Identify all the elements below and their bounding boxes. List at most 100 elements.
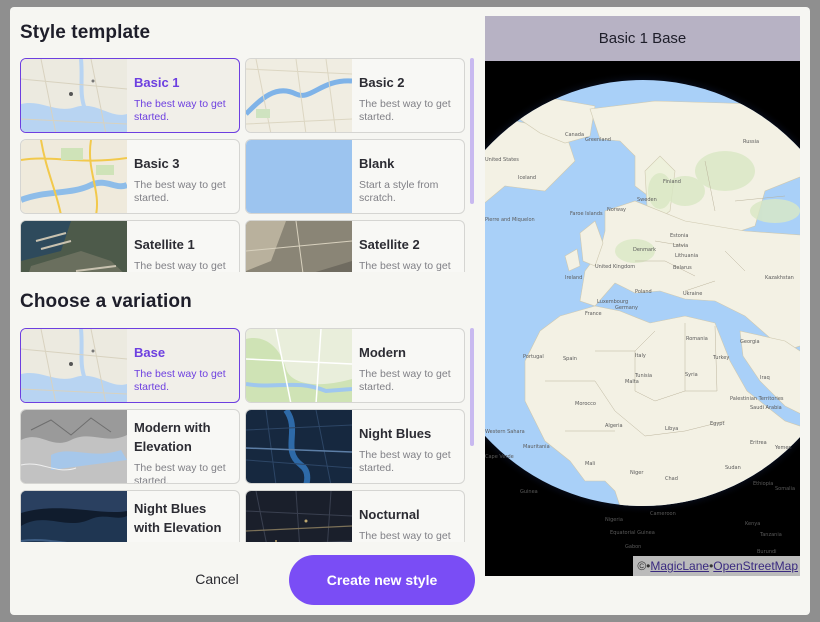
map-label: Chad bbox=[665, 476, 678, 482]
map-label: Norway bbox=[607, 207, 626, 213]
map-thumbnail bbox=[21, 329, 127, 402]
map-thumbnail bbox=[246, 221, 352, 272]
card-description: The best way to get started. bbox=[359, 530, 451, 542]
map-label: Eritrea bbox=[750, 440, 767, 446]
card-text: Satellite 1 The best way to get started. bbox=[127, 221, 239, 272]
map-label: Romania bbox=[686, 336, 708, 342]
map-label: Russia bbox=[743, 139, 759, 145]
preview-map[interactable]: Greenland Russia Iceland Norway Finland Swede… bbox=[485, 61, 800, 576]
map-label: Tanzania bbox=[759, 532, 782, 538]
map-label: Sudan bbox=[725, 465, 741, 471]
map-thumbnail bbox=[246, 59, 352, 132]
card-description: The best way to get started. bbox=[134, 260, 226, 272]
variation-card-night-blues-with-elevation[interactable]: Night Blues with ElevationThe best way t… bbox=[20, 490, 240, 542]
map-label: Italy bbox=[635, 353, 646, 359]
map-label: Syria bbox=[685, 372, 698, 378]
card-text: Nocturnal The best way to get started. bbox=[352, 491, 464, 542]
variation-card-nocturnal[interactable]: Nocturnal The best way to get started. bbox=[245, 490, 465, 542]
map-thumbnail bbox=[246, 140, 352, 213]
map-label: Algeria bbox=[605, 423, 623, 429]
map-label: United Kingdom bbox=[595, 264, 635, 270]
card-title: Modern with Elevation bbox=[134, 420, 211, 454]
card-text: Night Blues The best way to get started. bbox=[352, 410, 464, 483]
magiclane-link[interactable]: MagicLane bbox=[650, 559, 709, 573]
style-card-satellite-1[interactable]: Satellite 1 The best way to get started. bbox=[20, 220, 240, 272]
variation-card-modern[interactable]: Modern The best way to get started. bbox=[245, 328, 465, 403]
map-label: Latvia bbox=[673, 243, 688, 249]
variation-title: Choose a variation bbox=[20, 291, 192, 312]
card-text: Basic 3 The best way to get started. bbox=[127, 140, 239, 213]
card-title: Satellite 1 bbox=[134, 237, 195, 252]
card-title: Basic 2 bbox=[359, 75, 405, 90]
openstreetmap-link[interactable]: OpenStreetMap bbox=[713, 559, 798, 573]
left-panel: Style template Basic 1 The best way to ge… bbox=[10, 7, 485, 615]
map-label: Iceland bbox=[518, 175, 536, 181]
variation-card-modern-with-elevation[interactable]: Modern with Elevation The best way to get… bbox=[20, 409, 240, 484]
map-thumbnail bbox=[246, 491, 352, 542]
create-new-style-button[interactable]: Create new style bbox=[289, 555, 475, 605]
globe-map[interactable]: Greenland Russia Iceland Norway Finland Swede… bbox=[485, 61, 800, 576]
map-label: Mauritania bbox=[523, 444, 550, 450]
map-label: Ethiopia bbox=[753, 481, 773, 487]
map-label: Finland bbox=[663, 179, 681, 185]
card-text: Satellite 2 The best way to get started. bbox=[352, 221, 464, 272]
create-style-dialog: Style template Basic 1 The best way to ge… bbox=[10, 7, 810, 615]
map-label: Spain bbox=[563, 356, 577, 362]
variation-card-night-blues[interactable]: Night Blues The best way to get started. bbox=[245, 409, 465, 484]
card-description: The best way to get started. bbox=[359, 368, 451, 393]
style-card-basic-3[interactable]: Basic 3 The best way to get started. bbox=[20, 139, 240, 214]
preview-title: Basic 1 Base bbox=[485, 16, 800, 61]
card-description: The best way to get started. bbox=[134, 98, 226, 123]
map-thumbnail bbox=[21, 59, 127, 132]
map-label: Malta bbox=[625, 379, 639, 385]
card-description: The best way to get started. bbox=[359, 260, 451, 272]
map-label: Guinea bbox=[520, 489, 538, 495]
cancel-button[interactable]: Cancel bbox=[182, 567, 252, 591]
variation-list[interactable]: Base The best way to get started. Modern Th… bbox=[20, 328, 475, 542]
map-label: Germany bbox=[615, 305, 638, 311]
map-label: Portugal bbox=[523, 354, 544, 360]
map-label: Turkey bbox=[712, 355, 729, 361]
style-list-scrollbar[interactable] bbox=[470, 58, 474, 204]
card-title: Satellite 2 bbox=[359, 237, 420, 252]
style-card-basic-1[interactable]: Basic 1 The best way to get started. bbox=[20, 58, 240, 133]
card-title: Base bbox=[134, 345, 166, 360]
map-thumbnail bbox=[246, 410, 352, 483]
card-description: Start a style from scratch. bbox=[359, 179, 439, 204]
map-label: Niger bbox=[630, 470, 644, 476]
map-label: Morocco bbox=[575, 401, 596, 407]
map-label: Saudi Arabia bbox=[750, 405, 782, 411]
map-label: Georgia bbox=[740, 339, 760, 345]
preview-panel: Basic 1 Base Greenland Russia Iceland No… bbox=[485, 16, 800, 576]
map-thumbnail bbox=[21, 221, 127, 272]
style-template-list[interactable]: Basic 1 The best way to get started. Basic… bbox=[20, 58, 475, 272]
style-card-blank[interactable]: Blank Start a style from scratch. bbox=[245, 139, 465, 214]
map-thumbnail bbox=[246, 329, 352, 402]
map-label: France bbox=[585, 311, 602, 317]
card-text: Modern The best way to get started. bbox=[352, 329, 464, 402]
variation-list-scrollbar[interactable] bbox=[470, 328, 474, 446]
style-card-satellite-2[interactable]: Satellite 2 The best way to get started. bbox=[245, 220, 465, 272]
map-label: Palestinian Territories bbox=[730, 396, 784, 402]
variation-card-base[interactable]: Base The best way to get started. bbox=[20, 328, 240, 403]
map-label: Cape Verde bbox=[485, 454, 514, 460]
card-title: Nocturnal bbox=[359, 507, 420, 522]
card-description: The best way to get started. bbox=[359, 98, 451, 123]
card-text: Modern with Elevation The best way to get… bbox=[127, 410, 239, 483]
card-title: Modern bbox=[359, 345, 406, 360]
map-label: Nigeria bbox=[605, 517, 623, 523]
map-thumbnail bbox=[21, 491, 127, 542]
style-card-basic-2[interactable]: Basic 2 The best way to get started. bbox=[245, 58, 465, 133]
map-label: Libya bbox=[665, 426, 678, 432]
card-description: The best way to get started. bbox=[359, 449, 451, 474]
map-label: Denmark bbox=[633, 247, 656, 253]
map-label: Lithuania bbox=[675, 253, 698, 259]
card-description: The best way to get started. bbox=[134, 462, 226, 483]
map-label: Cameroon bbox=[650, 511, 676, 517]
card-title: Night Blues with Elevation bbox=[134, 501, 222, 535]
card-title: Basic 1 bbox=[134, 75, 180, 90]
map-label: Faroe Islands bbox=[570, 211, 603, 217]
copyright-symbol: © bbox=[637, 559, 647, 573]
map-label: Somalia bbox=[775, 486, 795, 492]
map-label: Ukraine bbox=[683, 291, 702, 297]
